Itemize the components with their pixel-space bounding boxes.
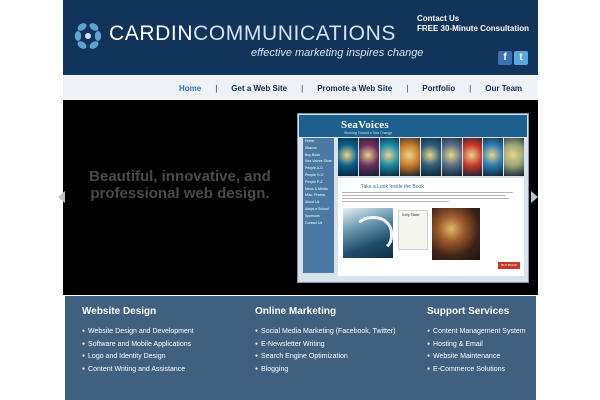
preview-menu-item: People A-G <box>305 166 323 171</box>
service-list: Content Management System Hosting & Emai… <box>427 326 526 376</box>
preview-photo-thumbnail <box>338 138 358 176</box>
brand-name-bold: CARDIN <box>109 22 194 45</box>
services-column-website-design: Website Design Website Design and Develo… <box>82 306 194 376</box>
preview-text-line <box>342 192 513 194</box>
brand-name[interactable]: CARDINCOMMUNICATIONS <box>109 23 396 44</box>
column-title: Website Design <box>82 306 157 317</box>
preview-text-line <box>342 194 506 197</box>
preview-book-title: Kelly Slater <box>402 213 420 217</box>
column-title: Online Marketing <box>255 306 337 317</box>
service-item[interactable]: Content Management System <box>427 326 526 339</box>
preview-menu-item: Home <box>305 139 315 143</box>
preview-header-bar: SeaVoices Working Toward a Sea Change <box>299 115 527 137</box>
service-item[interactable]: Website Maintenance <box>427 351 526 364</box>
preview-sidebar-menu: Home Abacus Buy Book Sea Voices Store People… <box>303 138 334 273</box>
preview-menu-item: Adopt a School <box>305 206 329 211</box>
nav-separator: | <box>215 83 218 93</box>
preview-menu-item: Contact Us <box>305 220 323 225</box>
preview-site-name: SeaVoices <box>341 119 389 131</box>
nav-separator: | <box>301 83 304 93</box>
preview-photo-thumbnail <box>441 138 462 176</box>
preview-menu-item: People H-O <box>305 172 324 177</box>
preview-site-tagline: Working Toward a Sea Change <box>344 131 393 135</box>
service-list: Website Design and Development Software … <box>82 326 194 376</box>
service-item[interactable]: Software and Mobile Applications <box>82 339 194 352</box>
contact-block: Contact Us FREE 30-Minute Consultation <box>417 14 529 34</box>
service-item[interactable]: Website Design and Development <box>82 326 194 339</box>
preview-menu-item: Misc. Photos <box>305 193 326 198</box>
nav-item-get-a-web-site[interactable]: Get a Web Site <box>231 84 287 93</box>
service-list: Social Media Marketing (Facebook, Twitte… <box>255 326 396 377</box>
service-item[interactable]: Hosting & Email <box>427 339 526 352</box>
site-header: CARDINCOMMUNICATIONS effective marketing… <box>63 0 538 75</box>
preview-coral-photo <box>432 208 480 260</box>
preview-text-line <box>342 197 510 200</box>
service-item[interactable]: E-Commerce Solutions <box>427 364 526 377</box>
preview-photo-thumbnail <box>462 138 483 176</box>
preview-photo-thumbnail <box>379 138 400 176</box>
facebook-glyph: f <box>503 52 507 63</box>
service-item[interactable]: Search Engine Optimization <box>255 351 396 364</box>
preview-body: Take a Look Inside the Book Kelly Slater… <box>338 178 524 276</box>
portfolio-preview-image[interactable]: SeaVoices Working Toward a Sea Change Ho… <box>297 113 529 283</box>
service-item[interactable]: Logo and Identity Design <box>82 351 194 364</box>
preview-photo-thumbnail <box>421 138 441 176</box>
services-column-support-services: Support Services Content Management Syst… <box>427 306 526 376</box>
services-panel: Website Design Website Design and Develo… <box>65 296 536 400</box>
nav-item-promote-a-web-site[interactable]: Promote a Web Site <box>317 84 392 93</box>
preview-photo-thumbnail <box>504 138 525 176</box>
preview-buy-button: BUY BOOK NOW <box>498 262 520 274</box>
services-column-online-marketing: Online Marketing Social Media Marketing … <box>255 306 396 376</box>
nav-item-home[interactable]: Home <box>179 84 201 93</box>
hero-headline: Beautiful, innovative, and professional … <box>89 168 271 202</box>
preview-menu-item: Buy Book <box>305 152 320 157</box>
nav-items: Home | Get a Web Site | Promote a Web Si… <box>179 76 522 100</box>
column-title: Support Services <box>427 306 510 317</box>
facebook-icon[interactable]: f <box>498 51 512 65</box>
preview-text-lines <box>342 192 520 204</box>
logo-swirl-icon[interactable] <box>73 19 103 53</box>
preview-heading: Take a Look Inside the Book <box>361 184 424 190</box>
preview-text-line <box>342 200 449 203</box>
preview-photo-thumbnail <box>483 138 504 176</box>
contact-us-link[interactable]: Contact Us <box>417 14 529 24</box>
twitter-glyph: t <box>519 52 523 63</box>
twitter-icon[interactable]: t <box>514 51 528 65</box>
preview-photo-thumbnail <box>400 138 421 176</box>
preview-menu-item: Abacus <box>305 145 317 150</box>
nav-separator: | <box>469 83 472 93</box>
brand-name-light: COMMUNICATIONS <box>193 22 396 45</box>
preview-book-page: Kelly Slater <box>398 210 428 250</box>
free-consultation-link[interactable]: FREE 30-Minute Consultation <box>417 24 529 34</box>
service-item[interactable]: Social Media Marketing (Facebook, Twitte… <box>255 326 395 339</box>
preview-menu-item: About Us <box>305 200 320 205</box>
preview-menu-item: Sea Voices Store <box>305 159 332 164</box>
service-item[interactable]: Blogging <box>255 364 396 377</box>
main-nav: Home | Get a Web Site | Promote a Web Si… <box>63 75 538 100</box>
preview-menu-item: Sponsors <box>305 213 320 218</box>
service-item[interactable]: Content Writing and Assistance <box>82 364 194 377</box>
preview-menu-item: News & Media <box>305 186 328 191</box>
preview-photo-strip <box>338 138 525 176</box>
preview-photo-thumbnail <box>358 138 379 176</box>
preview-menu-item: People P-Z <box>305 179 323 184</box>
service-item[interactable]: E-Newsletter Writing <box>255 339 396 352</box>
slider-prev-arrow-icon[interactable] <box>58 191 65 203</box>
nav-separator: | <box>406 83 409 93</box>
nav-item-portfolio[interactable]: Portfolio <box>422 84 455 93</box>
nav-item-our-team[interactable]: Our Team <box>485 84 522 93</box>
preview-wave-photo <box>343 208 393 258</box>
brand-tagline: effective marketing inspires change <box>251 47 424 59</box>
